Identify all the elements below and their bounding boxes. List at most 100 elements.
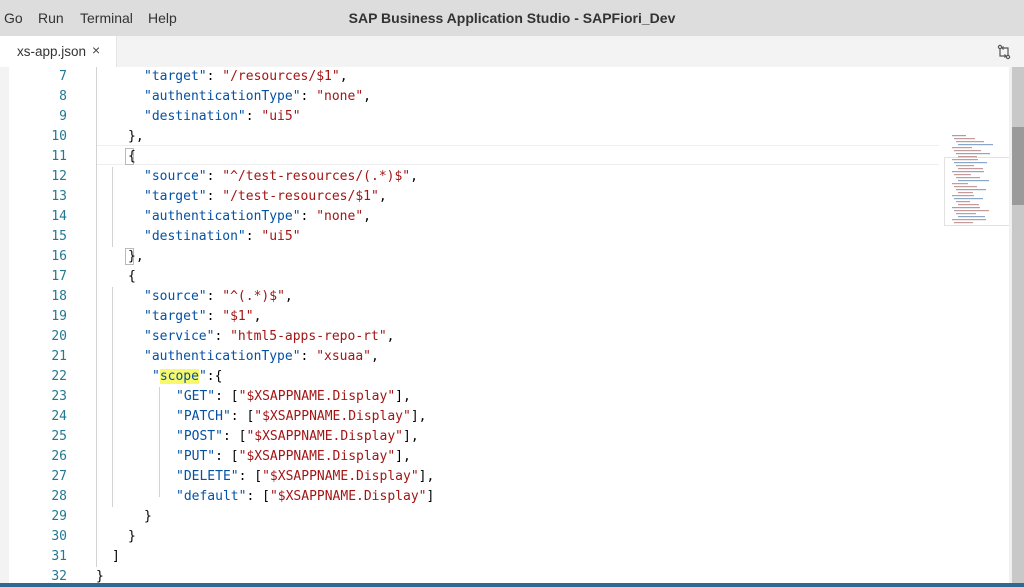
line-number: 19	[51, 309, 67, 324]
line-number: 23	[51, 389, 67, 404]
code-token: "none"	[316, 89, 364, 104]
code-line[interactable]: "target": "$1",	[144, 307, 261, 327]
code-line[interactable]: "DELETE": ["$XSAPPNAME.Display"],	[176, 467, 434, 487]
minimap-line	[958, 204, 979, 206]
code-token: ],	[410, 409, 427, 424]
code-line[interactable]: "service": "html5-apps-repo-rt",	[144, 327, 394, 347]
code-token: "html5-apps-repo-rt"	[230, 329, 387, 344]
code-line[interactable]: "destination": "ui5"	[144, 107, 301, 127]
code-line[interactable]: "authenticationType": "none",	[144, 207, 371, 227]
line-number: 13	[51, 189, 67, 204]
code-line[interactable]: },	[128, 247, 144, 267]
code-line[interactable]: }	[144, 507, 152, 527]
tab-xs-app-json[interactable]: xs-app.json ×	[0, 36, 117, 67]
minimap-line	[952, 159, 978, 161]
line-number: 8	[59, 89, 67, 104]
minimap-line	[958, 180, 989, 182]
indent-guide	[96, 87, 97, 107]
window-title: SAP Business Application Studio - SAPFio…	[348, 10, 676, 26]
code-token: "authenticationType"	[144, 89, 301, 104]
code-token: {	[128, 149, 136, 164]
code-line[interactable]: {	[128, 147, 136, 167]
minimap-line	[954, 222, 973, 224]
code-token: }	[128, 529, 136, 544]
code-token: ],	[418, 469, 435, 484]
minimap-line	[956, 153, 990, 155]
minimap-line	[956, 141, 984, 143]
minimap-line	[954, 198, 983, 200]
code-token: {	[128, 269, 136, 284]
code-token: "source"	[144, 289, 207, 304]
code-token: }	[144, 509, 152, 524]
code-line[interactable]: "authenticationType": "none",	[144, 87, 371, 107]
scrollbar-thumb[interactable]	[1012, 127, 1024, 205]
code-token: ]	[426, 489, 435, 504]
code-line[interactable]: "authenticationType": "xsuaa",	[144, 347, 379, 367]
code-line[interactable]: "POST": ["$XSAPPNAME.Display"],	[176, 427, 419, 447]
indent-guide	[96, 127, 97, 147]
code-token: :	[300, 349, 317, 364]
minimap-line	[958, 192, 973, 194]
minimap-line	[958, 156, 977, 158]
line-number: 26	[51, 449, 67, 464]
code-token: :	[245, 109, 262, 124]
code-token: "source"	[144, 169, 207, 184]
code-token: ],	[395, 449, 411, 464]
line-number: 27	[51, 469, 67, 484]
code-token: ,	[284, 289, 293, 304]
code-token: ,	[410, 169, 418, 184]
minimap-line	[954, 150, 981, 152]
code-line[interactable]: "target": "/test-resources/$1",	[144, 187, 387, 207]
minimap-line	[952, 171, 984, 173]
code-token: "ui5"	[261, 109, 301, 124]
minimap-line	[956, 177, 980, 179]
line-number: 20	[51, 329, 67, 344]
code-token: "$1"	[222, 309, 254, 324]
code-token: "xsuaa"	[316, 349, 371, 364]
code-token: :{	[206, 369, 223, 384]
minimap-line	[956, 213, 976, 215]
code-token: "PUT"	[176, 449, 216, 464]
code-token: "$XSAPPNAME.Display"	[238, 449, 396, 464]
code-line[interactable]: "target": "/resources/$1",	[144, 67, 348, 87]
code-line[interactable]: }	[128, 527, 136, 547]
line-number: 16	[51, 249, 67, 264]
tab-label: xs-app.json	[17, 44, 87, 59]
minimap-line	[952, 147, 972, 149]
code-token: },	[128, 129, 144, 144]
line-number: 17	[51, 269, 67, 284]
code-line[interactable]: "default": ["$XSAPPNAME.Display"]	[176, 487, 434, 507]
compare-changes-icon[interactable]	[996, 44, 1012, 60]
code-line[interactable]: "GET": ["$XSAPPNAME.Display"],	[176, 387, 411, 407]
line-number: 31	[51, 549, 67, 564]
code-token: : [	[215, 449, 239, 464]
code-line[interactable]: "PUT": ["$XSAPPNAME.Display"],	[176, 447, 411, 467]
line-number: 15	[51, 229, 67, 244]
code-line[interactable]: {	[128, 267, 136, 287]
code-token: "none"	[316, 209, 364, 224]
line-number: 29	[51, 509, 67, 524]
vertical-scrollbar[interactable]	[1009, 67, 1024, 587]
code-line[interactable]: ]	[112, 547, 120, 567]
minimap-line	[952, 207, 980, 209]
code-token: : [	[246, 489, 270, 504]
code-token: :	[300, 209, 317, 224]
minimap-line	[952, 219, 986, 221]
code-line[interactable]: "scope":{	[152, 367, 222, 387]
code-token: ],	[403, 429, 419, 444]
code-line[interactable]: },	[128, 127, 144, 147]
code-line[interactable]: "PATCH": ["$XSAPPNAME.Display"],	[176, 407, 426, 427]
code-line[interactable]: "destination": "ui5"	[144, 227, 301, 247]
minimap-line	[954, 186, 977, 188]
code-line[interactable]: "source": "^/test-resources/(.*)$",	[144, 167, 418, 187]
minimap-line	[958, 216, 985, 218]
code-editor[interactable]: 7 8 9 10 11 12 13 14 15 16 17 18 19 20 21 22 23 24 25 26 27 2…	[9, 67, 1009, 587]
indent-guide	[112, 167, 113, 247]
minimap-line	[958, 168, 983, 170]
close-icon[interactable]: ×	[92, 42, 100, 58]
indent-guide	[96, 147, 97, 567]
minimap-line	[958, 144, 993, 146]
minimap[interactable]	[944, 133, 1009, 227]
code-token: "destination"	[144, 229, 246, 244]
code-line[interactable]: "source": "^(.*)$",	[144, 287, 293, 307]
